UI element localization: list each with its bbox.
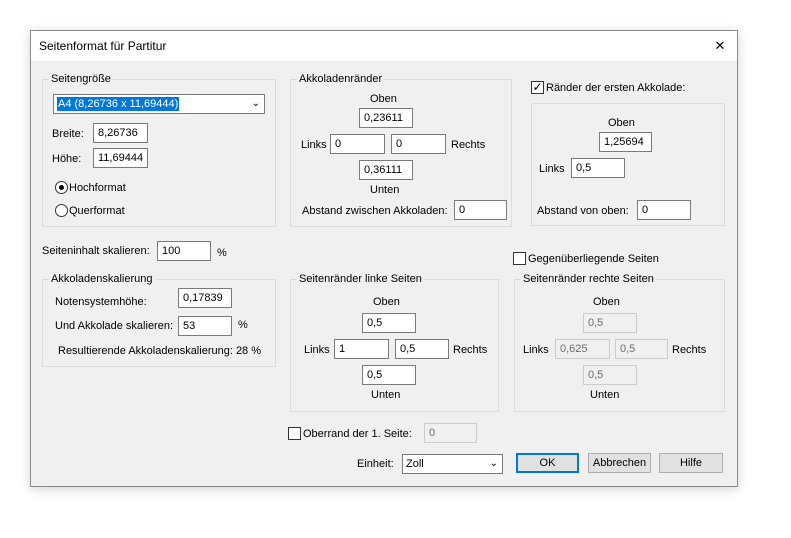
units-select[interactable]: Zoll ⌄ [402, 454, 503, 474]
system-bottom-label: Unten [370, 184, 400, 196]
left-pages-left-input[interactable]: 1 [334, 339, 389, 359]
right-pages-top-input: 0,5 [583, 313, 637, 333]
system-scaling-group: Akkoladenskalierung Notensystemhöhe: 0,1… [42, 273, 276, 367]
system-spacing-label: Abstand zwischen Akkoladen: [302, 205, 448, 217]
right-pages-right-label: Rechts [672, 344, 707, 356]
left-pages-group: Seitenränder linke Seiten Oben 0,5 Links… [290, 273, 499, 412]
ok-button[interactable]: OK [516, 453, 579, 473]
system-left-input[interactable]: 0 [330, 134, 385, 154]
system-spacing-input[interactable]: 0 [454, 200, 507, 220]
system-margins-group: Akkoladenränder Oben 0,23611 Links 0 0 R… [290, 73, 512, 227]
system-right-input[interactable]: 0 [391, 134, 446, 154]
cancel-button[interactable]: Abbrechen [588, 453, 651, 473]
right-pages-bottom-input: 0,5 [583, 365, 637, 385]
staff-height-label: Notensystemhöhe: [55, 296, 147, 308]
portrait-radio[interactable] [55, 181, 68, 194]
chevron-down-icon: ⌄ [489, 458, 498, 469]
first-system-checkbox-label[interactable]: Ränder der ersten Akkolade: [546, 81, 685, 95]
system-scale-unit: % [238, 319, 248, 331]
first-system-checkbox[interactable]: ✓ [531, 80, 544, 94]
first-system-left-input[interactable]: 0,5 [571, 158, 625, 178]
first-page-top-input: 0 [424, 423, 477, 443]
page-size-group-label: Seitengröße [49, 73, 113, 86]
height-input[interactable]: 11,69444 [93, 148, 148, 168]
system-scale-input[interactable]: 53 [178, 316, 232, 336]
units-label: Einheit: [357, 458, 394, 470]
width-input[interactable]: 8,26736 [93, 123, 148, 143]
system-top-label: Oben [370, 93, 397, 105]
portrait-label[interactable]: Hochformat [69, 181, 126, 195]
right-pages-right-input: 0,5 [615, 339, 668, 359]
system-right-label: Rechts [451, 139, 486, 151]
right-pages-bottom-label: Unten [590, 389, 620, 401]
first-system-group: Oben 1,25694 Links 0,5 Abstand von oben:… [531, 103, 725, 226]
page-size-group: Seitengröße A4 (8,26736 x 11,69444) ⌄ Br… [42, 73, 276, 227]
height-label: Höhe: [52, 153, 82, 165]
left-pages-bottom-label: Unten [371, 389, 401, 401]
system-top-input[interactable]: 0,23611 [359, 108, 413, 128]
page-format-dialog: Seitenformat für Partitur ✕ Seitengröße … [30, 30, 738, 487]
scale-label: Seiteninhalt skalieren: [42, 245, 150, 257]
right-pages-left-input: 0,625 [555, 339, 610, 359]
dialog-title: Seitenformat für Partitur [39, 39, 167, 53]
staff-height-input[interactable]: 0,17839 [178, 288, 232, 308]
left-pages-top-input[interactable]: 0,5 [362, 313, 416, 333]
first-system-distance-input[interactable]: 0 [637, 200, 691, 220]
right-pages-group-label: Seitenränder rechte Seiten [521, 273, 656, 286]
title-bar: Seitenformat für Partitur ✕ [31, 31, 737, 61]
scale-input[interactable]: 100 [157, 241, 211, 261]
facing-pages-checkbox[interactable] [513, 252, 526, 265]
right-pages-top-label: Oben [593, 296, 620, 308]
left-pages-bottom-input[interactable]: 0,5 [362, 365, 416, 385]
checkmark-icon: ✓ [532, 80, 543, 94]
system-bottom-input[interactable]: 0,36111 [359, 160, 413, 180]
width-label: Breite: [52, 128, 84, 140]
first-system-top-label: Oben [608, 117, 635, 129]
scale-unit: % [217, 247, 227, 259]
facing-pages-label[interactable]: Gegenüberliegende Seiten [528, 252, 659, 266]
left-pages-right-input[interactable]: 0,5 [395, 339, 449, 359]
system-scaling-group-label: Akkoladenskalierung [49, 273, 155, 286]
left-pages-top-label: Oben [373, 296, 400, 308]
resulting-scale-text: Resultierende Akkoladenskalierung: 28 % [58, 345, 262, 357]
chevron-down-icon: ⌄ [251, 98, 260, 109]
left-pages-group-label: Seitenränder linke Seiten [297, 273, 424, 286]
first-page-top-checkbox[interactable] [288, 427, 301, 440]
first-system-top-input[interactable]: 1,25694 [599, 132, 652, 152]
landscape-label[interactable]: Querformat [69, 204, 125, 218]
system-left-label: Links [301, 139, 327, 151]
landscape-radio[interactable] [55, 204, 68, 217]
units-selected-value: Zoll [406, 458, 424, 470]
page-size-selected-value: A4 (8,26736 x 11,69444) [57, 97, 180, 111]
left-pages-left-label: Links [304, 344, 330, 356]
right-pages-group: Seitenränder rechte Seiten Oben 0,5 Link… [514, 273, 725, 412]
first-system-distance-label: Abstand von oben: [537, 205, 629, 217]
first-system-left-label: Links [539, 163, 565, 175]
first-page-top-label[interactable]: Oberrand der 1. Seite: [303, 427, 412, 441]
system-margins-group-label: Akkoladenränder [297, 73, 385, 86]
right-pages-left-label: Links [523, 344, 549, 356]
close-icon[interactable]: ✕ [703, 31, 737, 61]
help-button[interactable]: Hilfe [659, 453, 723, 473]
system-scale-label: Und Akkolade skalieren: [55, 320, 174, 332]
page-size-select[interactable]: A4 (8,26736 x 11,69444) ⌄ [53, 94, 265, 114]
left-pages-right-label: Rechts [453, 344, 488, 356]
